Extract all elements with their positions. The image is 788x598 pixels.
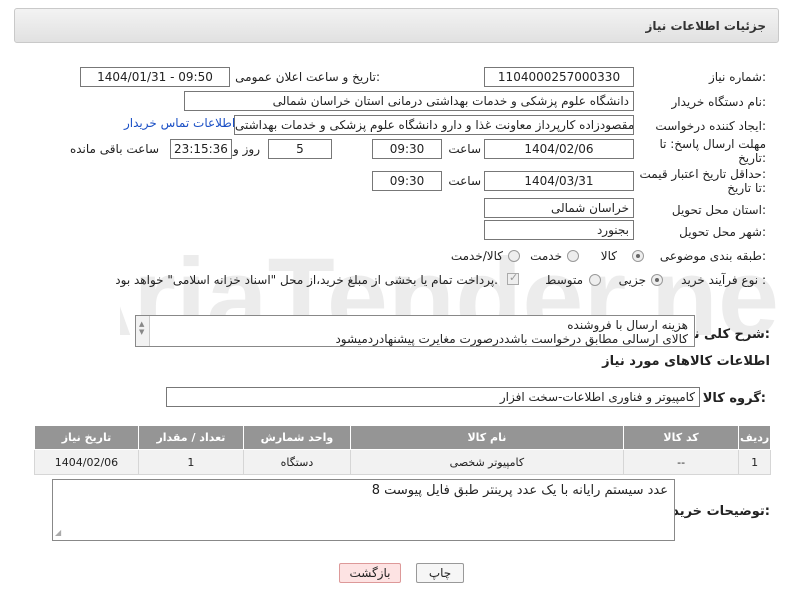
print-button[interactable]: چاپ	[416, 563, 464, 583]
goods-info-title: اطلاعات کالاهای مورد نیاز	[602, 354, 770, 369]
general-description-line-1: هزینه ارسال با فروشنده	[567, 318, 688, 332]
deadline-label-date: تاریخ:	[738, 151, 766, 165]
deadline-time-field: 09:30	[372, 139, 442, 159]
buyer-notes-label: توضیحات خریدار:	[660, 504, 770, 519]
cell-need-date: 1404/02/06	[34, 449, 139, 475]
radio-goods-service[interactable]	[508, 250, 520, 262]
time-remaining-label: ساعت باقی مانده	[69, 142, 159, 156]
announce-label: تاریخ و ساعت اعلان عمومی:	[235, 70, 380, 84]
radio-process-medium-label: متوسط	[545, 273, 583, 287]
goods-table: ردیف کد کالا نام کالا واحد شمارش تعداد /…	[34, 425, 771, 475]
radio-service-label: خدمت	[530, 249, 562, 263]
table-row: 1 -- کامپیوتر شخصی دستگاه 1 1404/02/06	[34, 449, 771, 475]
cell-quantity: 1	[137, 449, 244, 475]
radio-service[interactable]	[567, 250, 579, 262]
buyer-notes-field[interactable]: 8 عدد سیستم رایانه با یک عدد پرینتر طبق …	[52, 479, 675, 541]
buyer-org-field: دانشگاه علوم پزشکی و خدمات بهداشتی درمان…	[184, 91, 634, 111]
col-need-date: تاریخ نیاز	[34, 425, 139, 450]
deadline-date-field: 1404/02/06	[484, 139, 634, 159]
col-code: کد کالا	[622, 425, 740, 450]
cell-unit: دستگاه	[242, 449, 351, 475]
city-field: بجنورد	[484, 220, 634, 240]
treasury-payment-note: پرداخت تمام یا بخشی از مبلغ خرید،از محل …	[115, 273, 498, 287]
textarea-scrollbar[interactable]: ▲ ▼	[136, 316, 150, 346]
general-description-line-2: کالای ارسالی مطابق درخواست باشددرصورت مغ…	[335, 332, 688, 346]
buyer-org-label: نام دستگاه خریدار:	[671, 95, 767, 109]
days-label: روز و	[233, 142, 260, 156]
deadline-label: مهلت ارسال پاسخ: تا	[659, 137, 766, 151]
announce-datetime-field: 1404/01/31 - 09:50	[80, 67, 230, 87]
radio-goods-label: کالا	[600, 249, 617, 263]
cell-name: کامپیوتر شخصی	[349, 449, 624, 475]
radio-goods-service-label: کالا/خدمت	[450, 249, 503, 263]
price-validity-label: حداقل تاریخ اعتبار قیمت:	[639, 167, 766, 181]
city-label: شهر محل تحویل:	[679, 225, 766, 239]
radio-process-medium[interactable]	[589, 274, 601, 286]
radio-process-small-label: جزیی	[618, 273, 646, 287]
cell-code: --	[622, 449, 740, 475]
province-field: خراسان شمالی	[484, 198, 634, 218]
category-label: طبقه بندی موضوعی:	[659, 249, 766, 263]
process-type-label: نوع فرآیند خرید :	[681, 273, 766, 287]
creator-label: ایجاد کننده درخواست:	[655, 119, 766, 133]
time-remaining-field: 23:15:36	[170, 139, 232, 159]
goods-group-label: گروه کالا:	[702, 391, 766, 406]
radio-goods[interactable]	[632, 250, 644, 262]
price-validity-label-date: تا تاریخ:	[727, 181, 766, 195]
resize-grip-icon[interactable]: ◢	[55, 526, 61, 540]
days-remaining-field: 5	[268, 139, 332, 159]
col-unit: واحد شمارش	[242, 425, 351, 450]
buyer-notes-text: 8 عدد سیستم رایانه با یک عدد پرینتر طبق …	[371, 483, 668, 498]
deadline-time-label: ساعت	[448, 142, 481, 156]
page-title: جزئیات اطلاعات نیاز	[645, 19, 766, 33]
col-name: نام کالا	[349, 425, 624, 450]
province-label: استان محل تحویل:	[671, 203, 766, 217]
header-panel: جزئیات اطلاعات نیاز	[14, 8, 779, 43]
radio-process-small[interactable]	[651, 274, 663, 286]
col-row: ردیف	[738, 425, 771, 450]
col-quantity: تعداد / مقدار	[137, 425, 244, 450]
cell-row: 1	[738, 449, 771, 475]
buyer-contact-link[interactable]: اطلاعات تماس خریدار	[124, 116, 235, 130]
treasury-payment-checkbox[interactable]	[507, 271, 519, 285]
back-button[interactable]: بازگشت	[339, 563, 401, 583]
creator-field: حامد مقصودزاده کارپرداز معاونت غذا و دار…	[234, 115, 634, 135]
general-description-field[interactable]: ▲ ▼ هزینه ارسال با فروشنده کالای ارسالی …	[135, 315, 695, 347]
goods-group-field: کامپیوتر و فناوری اطلاعات-سخت افزار	[166, 387, 700, 407]
validity-time-field: 09:30	[372, 171, 442, 191]
need-number-field: 1104000257000330	[484, 67, 634, 87]
need-number-label: شماره نیاز:	[708, 70, 766, 84]
validity-date-field: 1404/03/31	[484, 171, 634, 191]
table-header-row: ردیف کد کالا نام کالا واحد شمارش تعداد /…	[34, 425, 771, 450]
validity-time-label: ساعت	[448, 174, 481, 188]
scroll-down-icon[interactable]: ▼	[139, 325, 144, 339]
